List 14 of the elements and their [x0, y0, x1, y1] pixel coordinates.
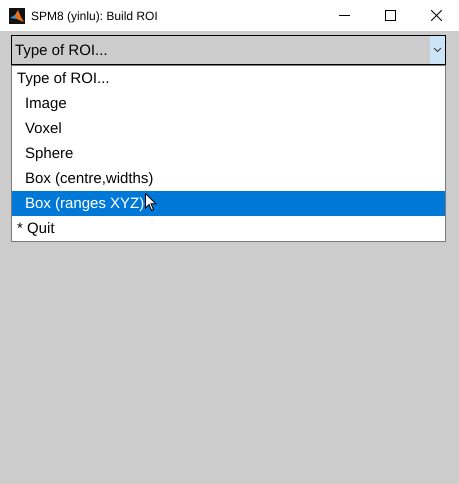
chevron-down-icon: [433, 47, 442, 53]
maximize-icon: [384, 10, 396, 21]
dropdown-option[interactable]: Image: [12, 91, 445, 116]
window-title: SPM8 (yinlu): Build ROI: [31, 8, 159, 22]
dropdown-option[interactable]: * Quit: [12, 216, 445, 241]
dropdown-option[interactable]: Type of ROI...: [12, 66, 445, 91]
dropdown-option[interactable]: Sphere: [12, 141, 445, 166]
close-icon: [430, 10, 442, 21]
dropdown-option[interactable]: Box (centre,widths): [12, 166, 445, 191]
roi-type-dropdown[interactable]: Type of ROI...: [11, 35, 446, 65]
dropdown-option[interactable]: Voxel: [12, 116, 445, 141]
app-logo-icon: [9, 8, 25, 24]
mouse-cursor-icon: [145, 192, 158, 212]
dropdown-option[interactable]: Box (ranges XYZ): [12, 191, 445, 216]
